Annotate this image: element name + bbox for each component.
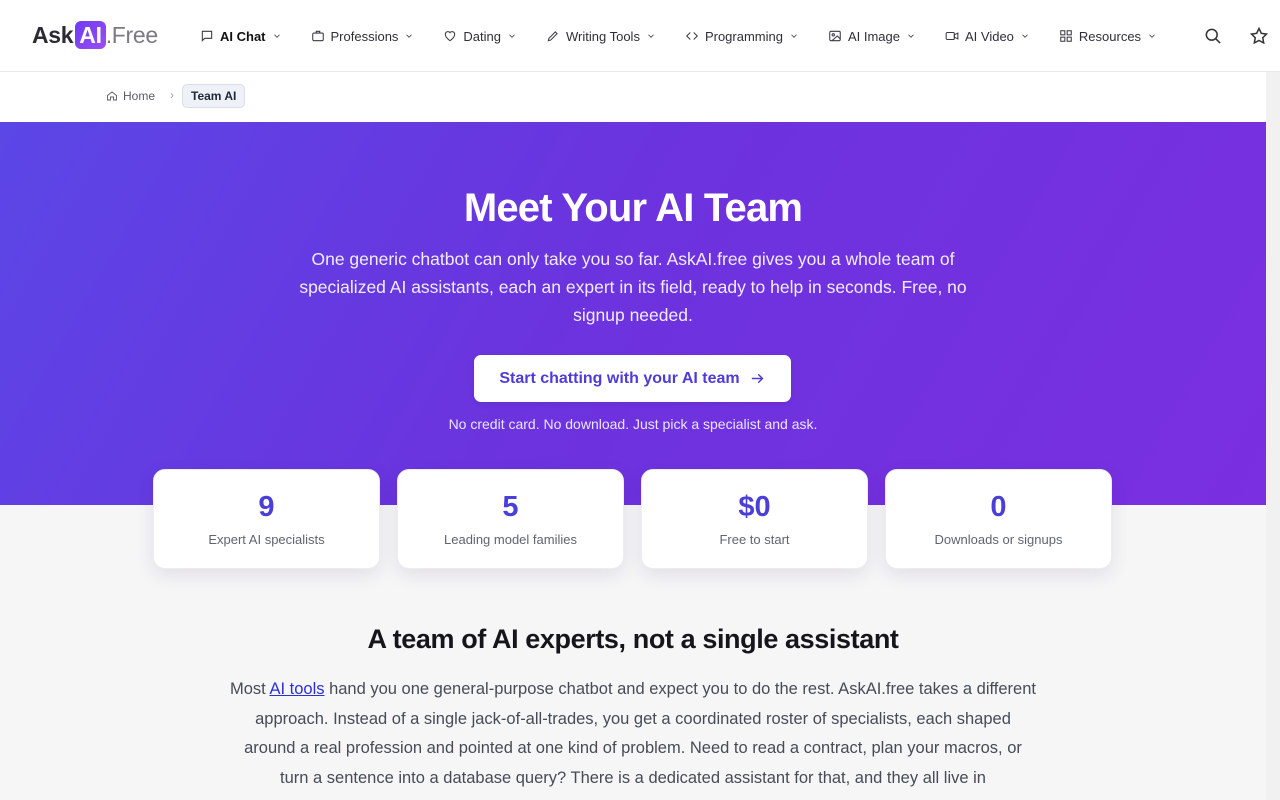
hero-note: No credit card. No download. Just pick a… — [448, 416, 818, 432]
nav-professions[interactable]: Professions — [311, 0, 415, 72]
breadcrumb-separator: › — [170, 88, 174, 102]
grid-icon — [1060, 30, 1072, 42]
stat-value: 5 — [502, 491, 519, 523]
stat-card: $0 Free to start — [641, 469, 868, 569]
stat-value: 9 — [258, 491, 275, 523]
logo-ai-badge: AI — [75, 21, 106, 49]
nav-resources-label: Resources — [1078, 28, 1142, 44]
favorite-button[interactable] — [1249, 26, 1269, 46]
breadcrumb-current: Team AI — [182, 84, 246, 108]
hero-title: Meet Your AI Team — [463, 186, 803, 230]
nav-ai-image-label: AI Image — [847, 28, 900, 44]
nav-ai-chat-label: AI Chat — [220, 28, 266, 44]
stat-card: 5 Leading model families — [397, 469, 624, 569]
pencil-icon — [547, 31, 558, 42]
video-icon — [945, 31, 959, 41]
nav-dating[interactable]: Dating — [443, 0, 517, 72]
stat-value: 0 — [990, 491, 1007, 523]
star-icon — [1249, 26, 1269, 45]
nav-resources[interactable]: Resources — [1059, 0, 1157, 72]
chevron-down-icon — [1022, 34, 1028, 38]
top-navigation-bar: Ask AI .Free AI Chat Professions Dating Wr… — [0, 0, 1280, 72]
image-icon — [829, 30, 841, 42]
breadcrumb: Home › Team AI — [0, 72, 1266, 122]
stat-value: $0 — [738, 491, 771, 523]
nav-writing-tools[interactable]: Writing Tools — [546, 0, 656, 72]
stat-label: Expert AI specialists — [208, 532, 325, 547]
stat-label: Downloads or signups — [934, 532, 1063, 547]
logo-ask: Ask — [32, 21, 74, 48]
ai-tools-link[interactable]: AI tools — [269, 680, 324, 698]
stat-card: 0 Downloads or signups — [885, 469, 1112, 569]
search-icon — [1205, 28, 1221, 44]
breadcrumb-home-link[interactable]: Home — [106, 89, 155, 103]
chevron-down-icon — [908, 34, 914, 38]
heart-icon — [445, 31, 456, 42]
chevron-down-icon — [273, 34, 280, 38]
chat-bubble-icon — [201, 30, 213, 42]
start-chatting-button[interactable]: Start chatting with your AI team — [474, 355, 791, 402]
chevron-down-icon — [1149, 34, 1155, 38]
stat-card: 9 Expert AI specialists — [153, 469, 380, 569]
section-body-intro: Most — [230, 680, 270, 698]
start-chatting-label: Start chatting with your AI team — [499, 369, 740, 387]
chevron-down-icon — [509, 34, 515, 38]
site-logo[interactable]: Ask AI .Free — [32, 21, 158, 49]
logo-free: .Free — [105, 21, 158, 48]
hero-subtitle: One generic chatbot can only take you so… — [299, 249, 967, 325]
search-button[interactable] — [1203, 26, 1223, 46]
nav-ai-chat[interactable]: AI Chat — [200, 0, 282, 72]
section-body: Most AI tools hand you one general-purpo… — [228, 675, 1038, 794]
section-body-text: hand you one general-purpose chatbot and… — [244, 680, 1036, 788]
nav-ai-video-label: AI Video — [965, 28, 1014, 44]
chevron-down-icon — [791, 34, 797, 38]
nav-professions-label: Professions — [330, 28, 399, 44]
nav-programming[interactable]: Programming — [685, 0, 799, 72]
page-scrollbar[interactable] — [1266, 72, 1280, 800]
stat-label: Leading model families — [444, 532, 577, 547]
nav-writing-tools-label: Writing Tools — [566, 28, 640, 44]
breadcrumb-home-label: Home — [123, 89, 156, 103]
chevron-down-icon — [406, 34, 413, 38]
section-title: A team of AI experts, not a single assis… — [367, 624, 899, 654]
stat-label: Free to start — [719, 532, 790, 547]
code-icon — [685, 32, 698, 40]
nav-ai-image[interactable]: AI Image — [828, 0, 916, 72]
briefcase-icon — [311, 30, 324, 42]
arrow-right-icon — [751, 373, 764, 384]
nav-ai-video[interactable]: AI Video — [945, 0, 1030, 72]
main-nav: AI Chat Professions Dating Writing Tools… — [200, 0, 1186, 72]
nav-programming-label: Programming — [704, 28, 783, 44]
chevron-down-icon — [648, 34, 654, 38]
nav-dating-label: Dating — [463, 28, 501, 44]
home-icon — [107, 91, 117, 101]
